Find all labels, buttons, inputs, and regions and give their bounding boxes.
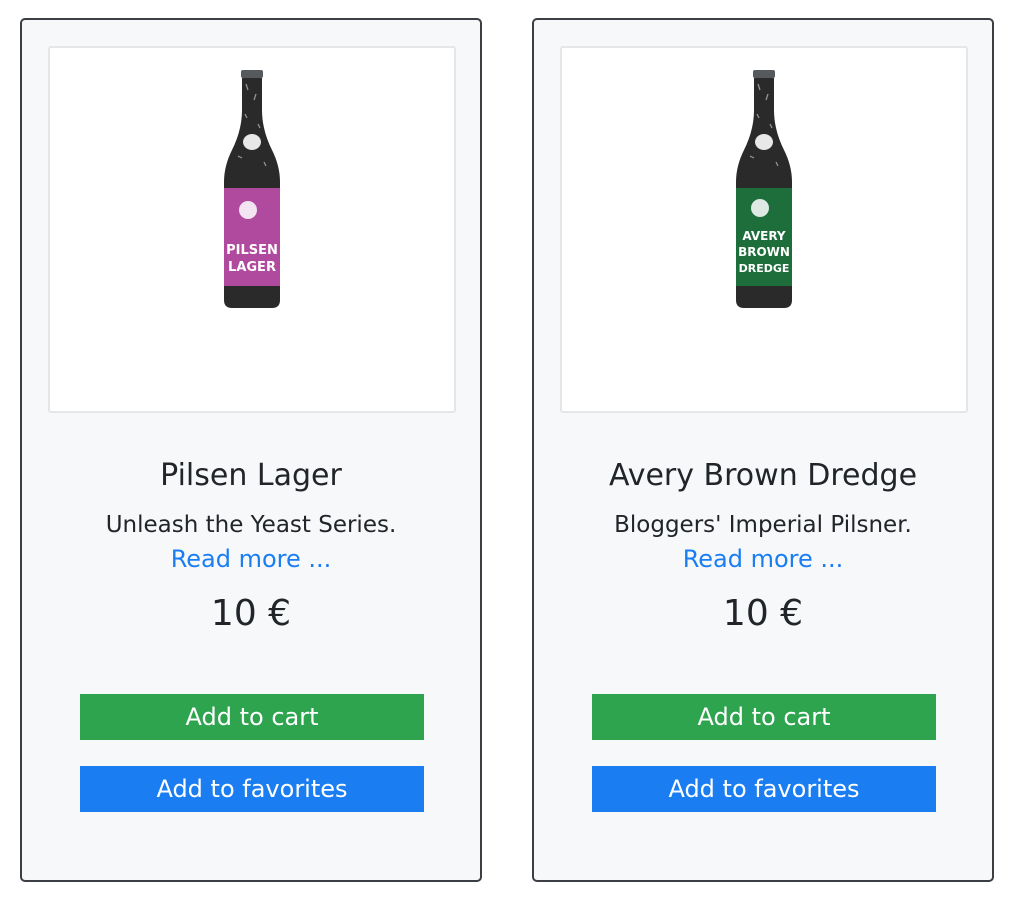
product-image: PILSEN LAGER xyxy=(48,46,456,413)
product-price: 10 € xyxy=(210,593,292,634)
product-card: AVERY BROWN DREDGE Avery Brown Dredge Bl… xyxy=(532,18,994,882)
product-price: 10 € xyxy=(722,593,804,634)
product-card: PILSEN LAGER Pilsen Lager Unleash the Ye… xyxy=(20,18,482,882)
beer-bottle-image: PILSEN LAGER xyxy=(224,70,280,308)
add-to-cart-button[interactable]: Add to cart xyxy=(80,694,424,740)
product-tagline: Unleash the Yeast Series. xyxy=(105,512,397,538)
read-more-link[interactable]: Read more ... xyxy=(534,543,992,575)
add-to-favorites-button[interactable]: Add to favorites xyxy=(80,766,424,812)
product-title: Pilsen Lager xyxy=(160,458,342,493)
product-title: Avery Brown Dredge xyxy=(608,458,918,493)
bottle-label-line: DREDGE xyxy=(739,262,790,275)
bottle-label-line: AVERY xyxy=(742,229,786,243)
product-tagline: Bloggers' Imperial Pilsner. xyxy=(614,512,912,538)
bottle-label-line: PILSEN xyxy=(226,243,278,258)
beer-bottle-image: AVERY BROWN DREDGE xyxy=(736,70,792,308)
read-more-link[interactable]: Read more ... xyxy=(22,543,480,575)
add-to-favorites-button[interactable]: Add to favorites xyxy=(592,766,936,812)
add-to-cart-button[interactable]: Add to cart xyxy=(592,694,936,740)
bottle-label-line: LAGER xyxy=(228,260,276,275)
product-image: AVERY BROWN DREDGE xyxy=(560,46,968,413)
product-grid: PILSEN LAGER Pilsen Lager Unleash the Ye… xyxy=(0,0,1014,900)
bottle-label-line: BROWN xyxy=(738,245,790,259)
